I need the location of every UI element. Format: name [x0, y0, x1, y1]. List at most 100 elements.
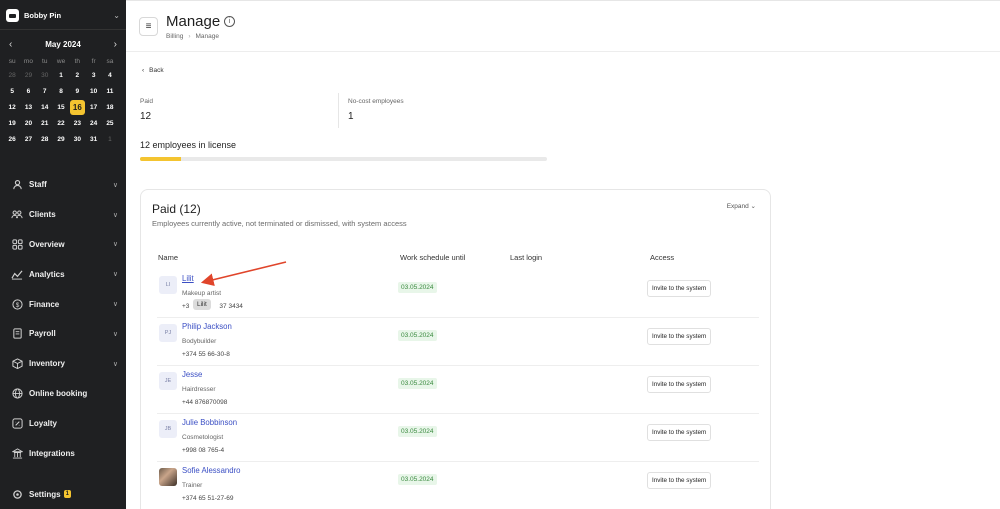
calendar-month: May 2024: [45, 39, 81, 49]
employee-name-link[interactable]: Lilit: [182, 274, 194, 283]
calendar-day[interactable]: 25: [102, 115, 118, 131]
avatar: LI: [159, 276, 177, 294]
invite-to-system-button[interactable]: Invite to the system: [647, 472, 712, 489]
calendar-day[interactable]: 2: [69, 67, 85, 83]
breadcrumb-billing[interactable]: Billing: [166, 33, 183, 40]
invite-to-system-button[interactable]: Invite to the system: [647, 280, 712, 297]
calendar-day[interactable]: 27: [20, 131, 36, 147]
chevron-down-icon: ⌄: [113, 10, 120, 20]
calendar-day-label: 4: [108, 71, 112, 79]
employee-phone: +44 876870098: [182, 399, 227, 406]
calendar-day[interactable]: 17: [85, 99, 101, 115]
chevron-down-icon: ∨: [112, 301, 118, 309]
sidebar-item-clients[interactable]: Clients ∨: [0, 200, 126, 230]
calendar-day[interactable]: 30: [37, 67, 53, 83]
invite-to-system-button[interactable]: Invite to the system: [647, 424, 712, 441]
calendar-day[interactable]: 13: [20, 99, 36, 115]
calendar-day[interactable]: 7: [37, 83, 53, 99]
sidebar-item-overview[interactable]: Overview ∨: [0, 230, 126, 260]
stat-value: 12: [140, 111, 152, 122]
calendar-day[interactable]: 1: [102, 131, 118, 147]
calendar-day[interactable]: 15: [53, 99, 69, 115]
calendar-day-label: 8: [59, 87, 63, 95]
payroll-icon: [11, 328, 23, 340]
calendar-day[interactable]: 30: [69, 131, 85, 147]
license-progress-bar: [140, 157, 547, 161]
schedule-badge: 03.05.2024: [398, 282, 437, 293]
calendar-day[interactable]: 14: [37, 99, 53, 115]
sidebar-nav: Staff ∨ Clients ∨ Overview ∨ Analytics ∨ $ Financ…: [0, 170, 126, 468]
calendar-day-label: 6: [26, 87, 31, 95]
menu-toggle-button[interactable]: ≡: [139, 17, 158, 36]
sidebar-item-label: Overview: [29, 239, 65, 249]
box-icon: [11, 358, 23, 370]
phone-text: +998 08 765-4: [182, 447, 225, 454]
sidebar-item-payroll[interactable]: Payroll ∨: [0, 319, 126, 349]
calendar-day[interactable]: 3: [85, 67, 101, 83]
sidebar-item-analytics[interactable]: Analytics ∨: [0, 259, 126, 289]
invite-to-system-button[interactable]: Invite to the system: [647, 376, 712, 393]
prev-month-icon[interactable]: ‹: [9, 39, 12, 50]
sidebar: Bobby Pin ⌄ ‹ May 2024 › su mo tu we th fr sa 2…: [0, 0, 126, 509]
calendar-day[interactable]: 28: [4, 67, 20, 83]
calendar-day[interactable]: 10: [85, 83, 101, 99]
back-link[interactable]: ‹ Back: [142, 67, 164, 74]
sidebar-item-integrations[interactable]: Integrations: [0, 438, 126, 468]
calendar-day-label: 1: [59, 71, 63, 79]
sidebar-item-label: Finance: [29, 299, 60, 309]
calendar-day[interactable]: 21: [37, 115, 53, 131]
employee-name-link[interactable]: Julie Bobbinson: [182, 418, 237, 427]
calendar-day[interactable]: 11: [102, 83, 118, 99]
brand-switcher[interactable]: Bobby Pin ⌄: [6, 8, 120, 22]
employee-name-link[interactable]: Sofie Alessandro: [182, 466, 241, 475]
calendar-day[interactable]: 19: [4, 115, 20, 131]
stat-value: 1: [348, 111, 354, 122]
sidebar-item-inventory[interactable]: Inventory ∨: [0, 349, 126, 379]
calendar-day[interactable]: 26: [4, 131, 20, 147]
calendar-day[interactable]: 18: [102, 99, 118, 115]
calendar-day[interactable]: 12: [4, 99, 20, 115]
calendar-day-label: 5: [10, 87, 14, 95]
calendar-day[interactable]: 5: [4, 83, 20, 99]
employee-role: Makeup artist: [182, 290, 222, 297]
sidebar-item-loyalty[interactable]: Loyalty: [0, 408, 126, 438]
sidebar-item-finance[interactable]: $ Finance ∨: [0, 289, 126, 319]
employee-name-link[interactable]: Jesse: [182, 370, 202, 379]
calendar-day-label: 11: [106, 87, 114, 95]
invite-to-system-button[interactable]: Invite to the system: [647, 328, 712, 345]
sidebar-item-online-booking[interactable]: Online booking: [0, 379, 126, 409]
next-month-icon[interactable]: ›: [114, 39, 117, 50]
calendar-day-label: 10: [90, 87, 98, 95]
calendar-day[interactable]: 23: [69, 115, 85, 131]
calendar-day[interactable]: 28: [37, 131, 53, 147]
calendar-day[interactable]: 4: [102, 67, 118, 83]
calendar-day[interactable]: 8: [53, 83, 69, 99]
paid-employees-card: Paid (12) Employees currently active, no…: [140, 189, 771, 509]
calendar-day[interactable]: 16: [69, 99, 85, 115]
weekday-label: su: [8, 57, 16, 65]
svg-text:$: $: [15, 301, 19, 308]
employee-name-link[interactable]: Philip Jackson: [182, 322, 232, 331]
info-icon[interactable]: i: [224, 16, 235, 27]
person-icon: [11, 179, 23, 191]
column-header-schedule: Work schedule until: [400, 253, 466, 262]
employee-phone: +374 65 51-27-69: [182, 495, 234, 502]
calendar-day[interactable]: 22: [53, 115, 69, 131]
calendar-day[interactable]: 31: [85, 131, 101, 147]
calendar-day[interactable]: 24: [85, 115, 101, 131]
calendar-day-label: 3: [91, 71, 96, 79]
calendar-day[interactable]: 6: [20, 83, 36, 99]
employee-role: Bodybuilder: [182, 338, 217, 345]
table-row: JE Jesse Hairdresser +44 876870098 03.05.202…: [157, 366, 759, 414]
sidebar-item-staff[interactable]: Staff ∨: [0, 170, 126, 200]
calendar-day[interactable]: 1: [53, 67, 69, 83]
expand-button[interactable]: Expand ⌄: [727, 202, 756, 210]
employee-role: Hairdresser: [182, 386, 216, 393]
calendar-day[interactable]: 29: [20, 67, 36, 83]
calendar-day[interactable]: 29: [53, 131, 69, 147]
sidebar-item-settings[interactable]: Settings 1: [0, 484, 126, 504]
calendar-day[interactable]: 9: [69, 83, 85, 99]
stat-no-cost: No-cost employees 1: [348, 98, 404, 122]
calendar-day-label: 22: [57, 119, 65, 127]
calendar-day[interactable]: 20: [20, 115, 36, 131]
